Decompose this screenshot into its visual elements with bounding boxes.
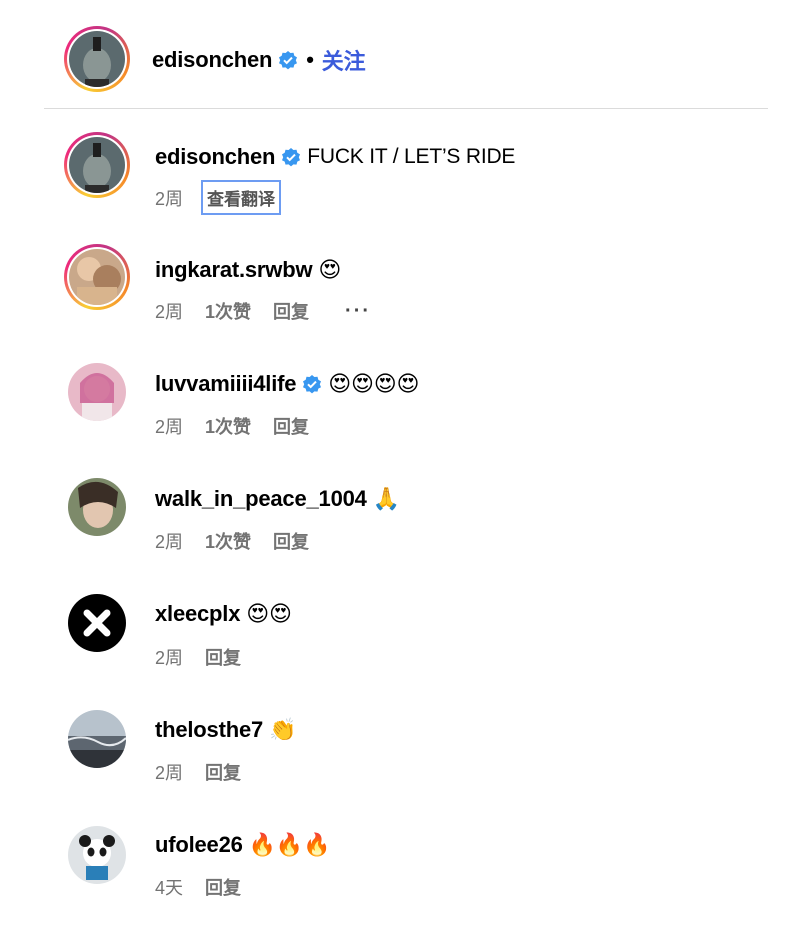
likes-count[interactable]: 1次赞: [205, 528, 251, 554]
separator-dot: •: [306, 47, 314, 72]
avatar-image: [68, 478, 126, 536]
comment-meta: 2周 回复: [155, 644, 263, 670]
comment-time[interactable]: 4天: [155, 874, 183, 900]
likes-count[interactable]: 1次赞: [205, 413, 251, 439]
caption-time[interactable]: 2周: [155, 185, 183, 211]
translate-button[interactable]: 查看翻译: [201, 180, 282, 215]
comment-username[interactable]: ingkarat.srwbw: [155, 257, 313, 283]
comment-username[interactable]: xleecplx: [155, 601, 240, 627]
reply-button[interactable]: 回复: [273, 528, 309, 554]
comment-avatar[interactable]: [64, 359, 130, 425]
comment-line: xleecplx 😍😍: [155, 601, 292, 627]
comment-username[interactable]: thelosthe7: [155, 717, 263, 743]
comment-username[interactable]: luvvamiiii4life: [155, 371, 296, 397]
comment-avatar[interactable]: [64, 706, 130, 772]
avatar-image: [68, 363, 126, 421]
comment-avatar[interactable]: [64, 244, 130, 310]
verified-badge-icon: [279, 51, 298, 70]
caption-avatar[interactable]: [64, 132, 130, 198]
comment-text: 🔥🔥🔥: [248, 832, 331, 858]
comment-line: walk_in_peace_1004 🙏: [155, 486, 400, 512]
caption-meta: 2周 查看翻译: [155, 180, 303, 215]
avatar-image: [68, 594, 126, 652]
reply-button[interactable]: 回复: [273, 298, 309, 324]
reply-button[interactable]: 回复: [205, 644, 241, 670]
comment-line: ufolee26 🔥🔥🔥: [155, 832, 330, 858]
comment-time[interactable]: 2周: [155, 298, 183, 324]
author-avatar[interactable]: [64, 26, 130, 92]
header-divider: [44, 108, 768, 109]
comment-text: 😍: [318, 257, 342, 283]
avatar-image: [68, 826, 126, 884]
comment-text: 😍😍😍😍: [328, 371, 420, 397]
post-header: edisonchen • 关注: [0, 0, 810, 110]
comment-meta: 2周 1次赞 回复: [155, 413, 331, 439]
comment-avatar[interactable]: [64, 590, 130, 656]
comment-meta: 4天 回复: [155, 874, 263, 900]
comment-meta: 2周 回复: [155, 759, 263, 785]
comment-text: 😍😍: [246, 601, 292, 627]
comment-avatar[interactable]: [64, 822, 130, 888]
verified-badge-icon: [303, 375, 322, 394]
author-username[interactable]: edisonchen: [152, 47, 272, 73]
comment-text: 🙏: [372, 486, 400, 512]
comment-line: thelosthe7 👏: [155, 717, 296, 743]
comment-time[interactable]: 2周: [155, 644, 183, 670]
follow-button[interactable]: 关注: [322, 44, 366, 76]
comment-time[interactable]: 2周: [155, 528, 183, 554]
reply-button[interactable]: 回复: [205, 874, 241, 900]
avatar-image: [68, 710, 126, 768]
avatar-image: [69, 137, 125, 193]
more-options-icon[interactable]: ···: [345, 300, 371, 323]
comment-meta: 2周 1次赞 回复: [155, 528, 331, 554]
caption-text: FUCK IT / LET’S RIDE: [307, 145, 516, 168]
comment-line: luvvamiiii4life 😍😍😍😍: [155, 371, 419, 397]
likes-count[interactable]: 1次赞: [205, 298, 251, 324]
comment-text: 👏: [269, 717, 297, 743]
author-line: edisonchen • 关注: [152, 44, 366, 76]
reply-button[interactable]: 回复: [205, 759, 241, 785]
avatar-image: [69, 249, 125, 305]
comment-time[interactable]: 2周: [155, 413, 183, 439]
verified-badge-icon: [282, 148, 301, 167]
caption-username[interactable]: edisonchen: [155, 144, 275, 170]
comment-username[interactable]: walk_in_peace_1004: [155, 486, 367, 512]
comment-avatar[interactable]: [64, 474, 130, 540]
comment-time[interactable]: 2周: [155, 759, 183, 785]
comment-username[interactable]: ufolee26: [155, 832, 243, 858]
caption-line: edisonchen FUCK IT / LET’S RIDE: [155, 144, 515, 170]
comment-meta: 2周 1次赞 回复 ···: [155, 298, 393, 324]
reply-button[interactable]: 回复: [273, 413, 309, 439]
comment-line: ingkarat.srwbw 😍: [155, 257, 341, 283]
avatar-image: [69, 31, 125, 87]
